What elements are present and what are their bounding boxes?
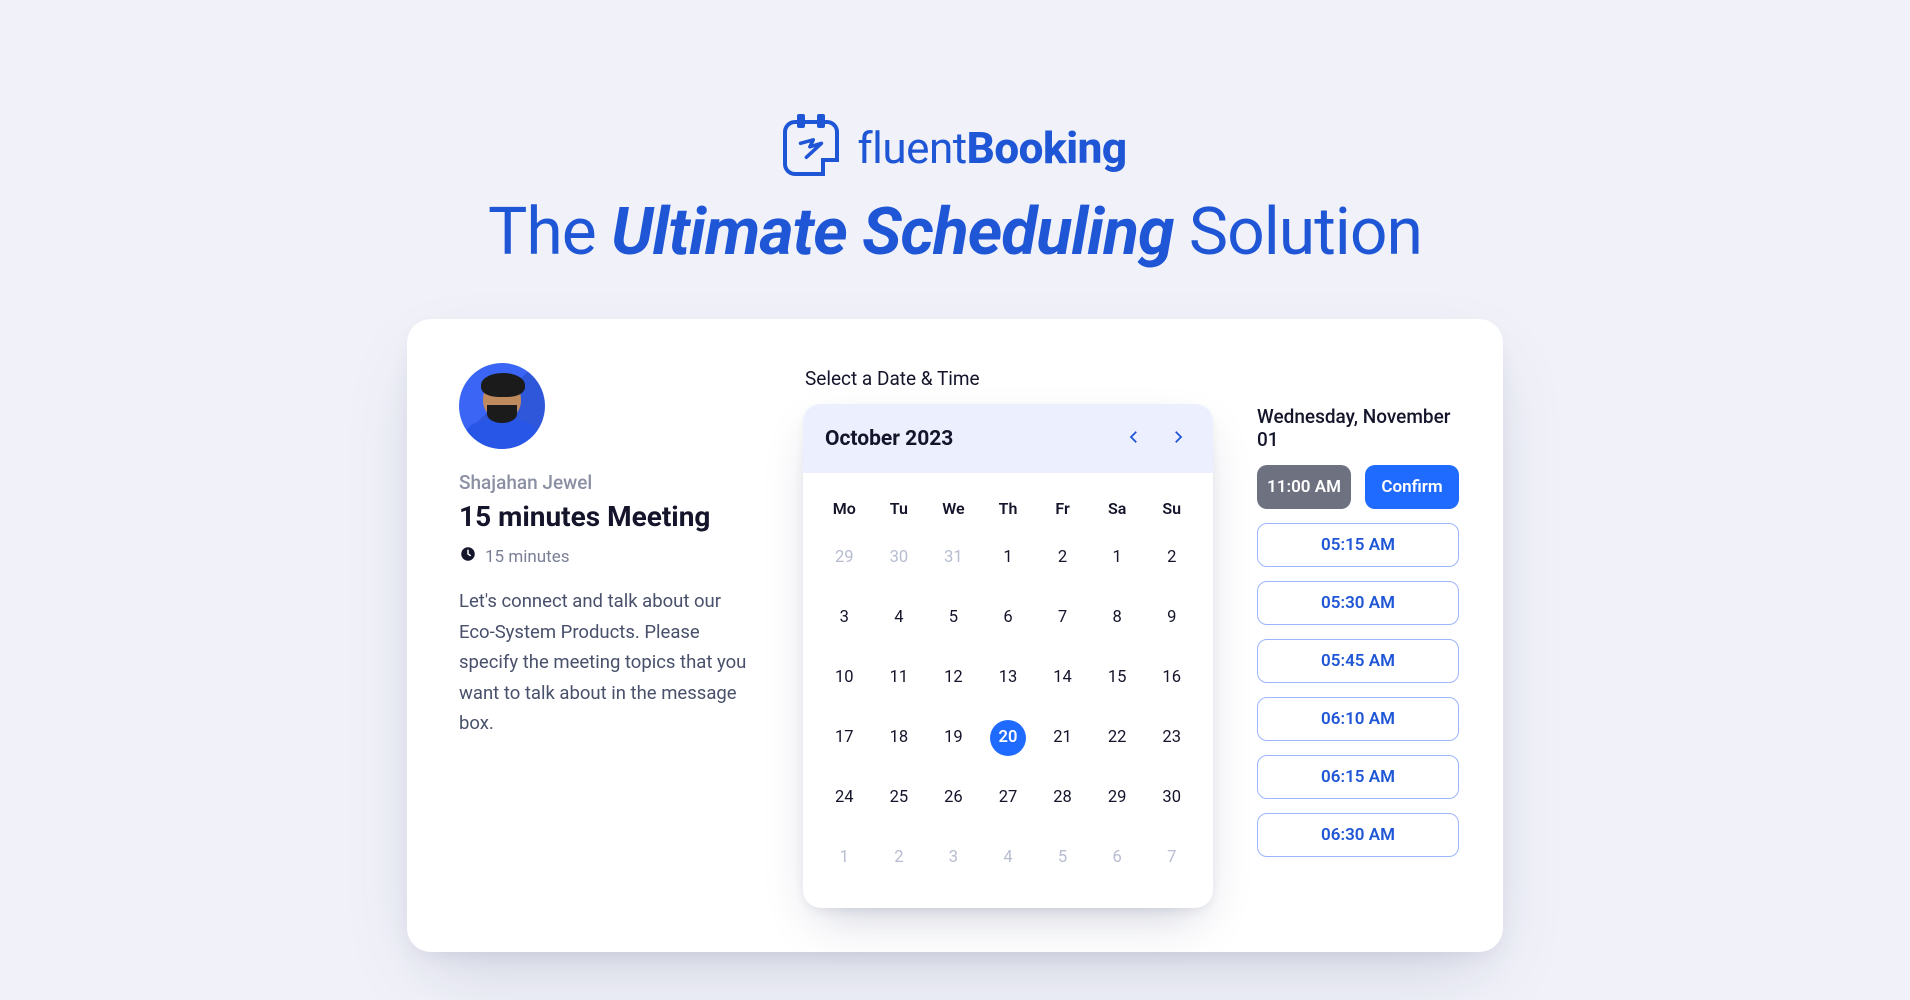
meeting-info: Shajahan Jewel 15 minutes Meeting 15 min… — [459, 363, 759, 908]
calendar-day: 4 — [981, 828, 1036, 888]
calendar-day[interactable]: 27 — [981, 768, 1036, 828]
calendar-day[interactable]: 17 — [817, 708, 872, 768]
chevron-right-icon — [1169, 428, 1187, 446]
calendar-day[interactable]: 15 — [1090, 648, 1145, 708]
calendar-dow: Tu — [872, 485, 927, 528]
brand-name: fluentBooking — [857, 122, 1126, 174]
calendar-day[interactable]: 12 — [926, 648, 981, 708]
selected-time-chip[interactable]: 11:00 AM — [1257, 465, 1351, 509]
calendar-dow: Su — [1144, 485, 1199, 528]
select-date-time-label: Select a Date & Time — [805, 367, 1213, 390]
calendar-dow: Th — [981, 485, 1036, 528]
time-slot[interactable]: 05:30 AM — [1257, 581, 1459, 625]
page-headline: The Ultimate Scheduling Solution — [488, 194, 1422, 271]
meeting-duration-text: 15 minutes — [485, 547, 569, 567]
calendar-day[interactable]: 19 — [926, 708, 981, 768]
calendar-day[interactable]: 1 — [981, 528, 1036, 588]
calendar-day[interactable]: 23 — [1144, 708, 1199, 768]
chevron-left-icon — [1125, 428, 1143, 446]
time-slots-column: Wednesday, November 01 11:00 AM Confirm … — [1257, 363, 1459, 908]
time-slot[interactable]: 05:45 AM — [1257, 639, 1459, 683]
calendar-dow: Fr — [1035, 485, 1090, 528]
calendar-day: 3 — [926, 828, 981, 888]
calendar-day: 1 — [817, 828, 872, 888]
calendar-month-label: October 2023 — [825, 427, 953, 451]
calendar-day[interactable]: 18 — [872, 708, 927, 768]
calendar-day[interactable]: 2 — [1144, 528, 1199, 588]
calendar-day: 7 — [1144, 828, 1199, 888]
calendar-prev-button[interactable] — [1121, 424, 1147, 453]
calendar-day[interactable]: 11 — [872, 648, 927, 708]
calendar-day[interactable]: 6 — [981, 588, 1036, 648]
calendar-next-button[interactable] — [1165, 424, 1191, 453]
host-avatar — [459, 363, 545, 449]
calendar-day: 31 — [926, 528, 981, 588]
meeting-duration: 15 minutes — [459, 545, 759, 568]
calendar-day: 29 — [817, 528, 872, 588]
calendar-day: 30 — [872, 528, 927, 588]
brand-lockup: fluentBooking — [783, 120, 1126, 176]
calendar-dow: We — [926, 485, 981, 528]
meeting-title: 15 minutes Meeting — [459, 500, 759, 533]
host-name: Shajahan Jewel — [459, 471, 759, 494]
clock-icon — [459, 545, 477, 568]
time-slot[interactable]: 06:15 AM — [1257, 755, 1459, 799]
calendar-day[interactable]: 13 — [981, 648, 1036, 708]
calendar-day[interactable]: 2 — [1035, 528, 1090, 588]
brand-name-bold: Booking — [967, 122, 1127, 174]
calendar-day[interactable]: 22 — [1090, 708, 1145, 768]
calendar-day[interactable]: 1 — [1090, 528, 1145, 588]
selected-date-label: Wednesday, November 01 — [1257, 405, 1459, 451]
calendar-day: 2 — [872, 828, 927, 888]
calendar-day[interactable]: 16 — [1144, 648, 1199, 708]
calendar-day: 5 — [1035, 828, 1090, 888]
calendar-day[interactable]: 5 — [926, 588, 981, 648]
calendar-day[interactable]: 29 — [1090, 768, 1145, 828]
calendar-day[interactable]: 25 — [872, 768, 927, 828]
calendar-day[interactable]: 7 — [1035, 588, 1090, 648]
meeting-description: Let's connect and talk about our Eco-Sys… — [459, 586, 759, 739]
calendar-day: 6 — [1090, 828, 1145, 888]
booking-card: Shajahan Jewel 15 minutes Meeting 15 min… — [407, 319, 1503, 952]
calendar-day[interactable]: 28 — [1035, 768, 1090, 828]
calendar-day[interactable]: 30 — [1144, 768, 1199, 828]
calendar: October 2023 MoTuWeThFrSaSu2930311212345… — [803, 404, 1213, 908]
calendar-day[interactable]: 9 — [1144, 588, 1199, 648]
calendar-day[interactable]: 8 — [1090, 588, 1145, 648]
calendar-day[interactable]: 24 — [817, 768, 872, 828]
time-slot[interactable]: 06:30 AM — [1257, 813, 1459, 857]
calendar-day[interactable]: 20 — [981, 708, 1036, 768]
calendar-day[interactable]: 10 — [817, 648, 872, 708]
calendar-dow: Sa — [1090, 485, 1145, 528]
calendar-day[interactable]: 21 — [1035, 708, 1090, 768]
calendar-day[interactable]: 14 — [1035, 648, 1090, 708]
time-slot[interactable]: 06:10 AM — [1257, 697, 1459, 741]
calendar-day[interactable]: 3 — [817, 588, 872, 648]
calendar-day[interactable]: 4 — [872, 588, 927, 648]
calendar-dow: Mo — [817, 485, 872, 528]
brand-logo-icon — [783, 120, 839, 176]
brand-name-light: fluent — [857, 122, 966, 174]
time-slot[interactable]: 05:15 AM — [1257, 523, 1459, 567]
calendar-day[interactable]: 26 — [926, 768, 981, 828]
confirm-button[interactable]: Confirm — [1365, 465, 1459, 509]
